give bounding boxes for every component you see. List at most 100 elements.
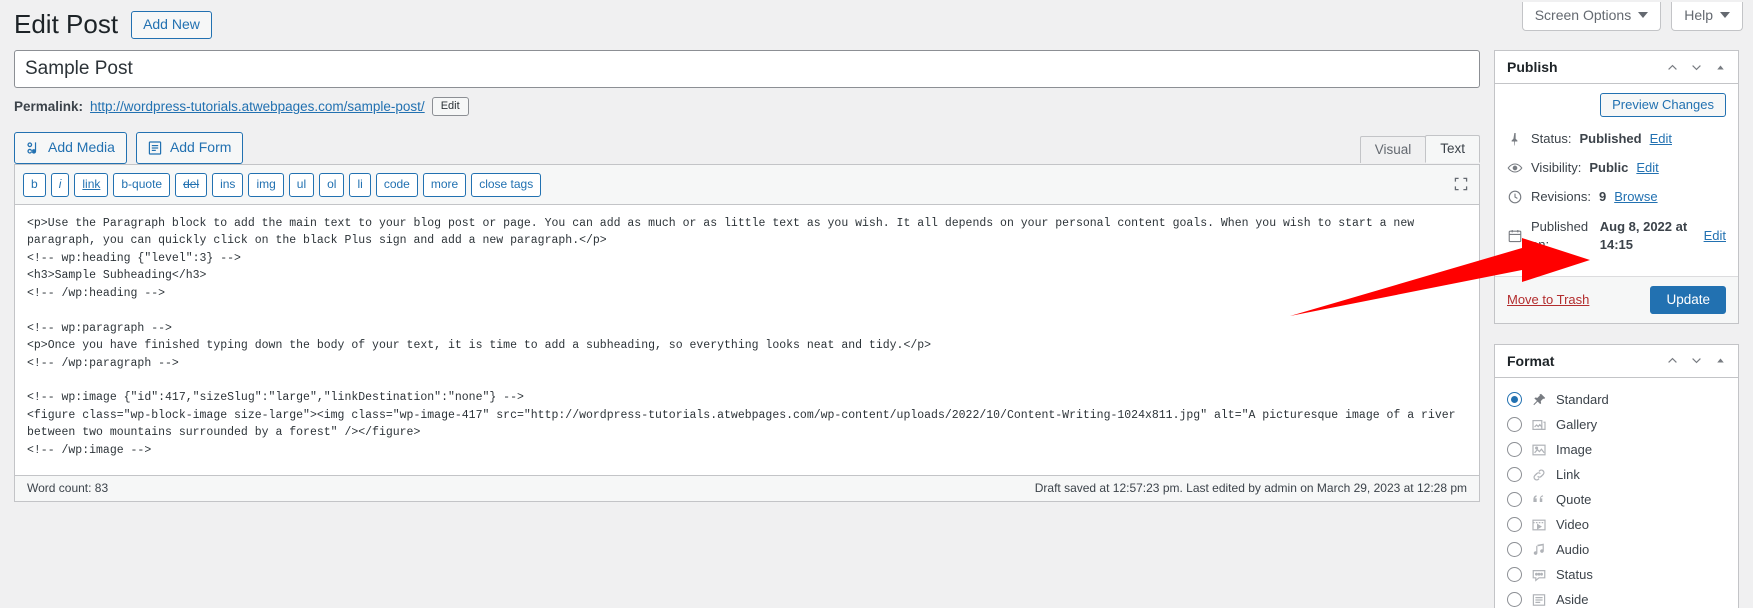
publish-box-controls: [1666, 61, 1727, 74]
format-label-quote: Quote: [1556, 492, 1592, 508]
format-option-standard[interactable]: Standard: [1507, 388, 1726, 413]
status-icon: [1532, 569, 1546, 582]
move-up-icon[interactable]: [1666, 61, 1679, 74]
format-option-status[interactable]: Status: [1507, 563, 1726, 588]
format-label-status: Status: [1556, 567, 1593, 583]
radio-image[interactable]: [1507, 442, 1522, 458]
format-label-image: Image: [1556, 442, 1593, 458]
permalink-url-link[interactable]: http://wordpress-tutorials.atwebpages.co…: [90, 99, 425, 114]
format-option-audio[interactable]: Audio: [1507, 538, 1726, 563]
radio-video[interactable]: [1507, 517, 1522, 533]
add-media-button[interactable]: Add Media: [14, 132, 127, 164]
radio-link[interactable]: [1507, 467, 1522, 483]
status-edit-link[interactable]: Edit: [1650, 130, 1672, 148]
move-down-icon[interactable]: [1690, 354, 1703, 367]
move-down-icon[interactable]: [1690, 61, 1703, 74]
page-header: Edit Post Add New: [14, 8, 212, 42]
word-count: Word count: 83: [27, 481, 109, 496]
add-new-button[interactable]: Add New: [131, 10, 212, 40]
visibility-label: Visibility:: [1531, 160, 1582, 176]
quicktag-b-quote[interactable]: b-quote: [113, 173, 171, 197]
status-value: Published: [1579, 131, 1642, 146]
tab-visual[interactable]: Visual: [1359, 136, 1427, 163]
visibility-edit-link[interactable]: Edit: [1636, 159, 1658, 177]
radio-aside[interactable]: [1507, 592, 1522, 608]
quicktag-ul[interactable]: ul: [288, 173, 315, 197]
revisions-browse-link[interactable]: Browse: [1614, 188, 1657, 206]
quicktag-li[interactable]: li: [349, 173, 371, 197]
format-label-standard: Standard: [1556, 392, 1609, 408]
help-label: Help: [1684, 7, 1713, 23]
video-icon: [1532, 519, 1546, 531]
screen-options-label: Screen Options: [1534, 7, 1632, 23]
publish-box-header: Publish: [1495, 51, 1738, 84]
format-option-image[interactable]: Image: [1507, 438, 1726, 463]
visibility-row: Visibility: Public Edit: [1507, 159, 1726, 177]
quicktag-del[interactable]: del: [175, 173, 208, 197]
revisions-row: Revisions: 9 Browse: [1507, 188, 1726, 206]
editor-column: Permalink: http://wordpress-tutorials.at…: [14, 50, 1480, 502]
quicktag-b[interactable]: b: [23, 173, 46, 197]
chevron-down-icon: [1638, 12, 1649, 19]
format-option-aside[interactable]: Aside: [1507, 588, 1726, 608]
form-icon: [148, 140, 162, 155]
published-label: Published on:: [1531, 218, 1589, 252]
aside-icon: [1532, 594, 1546, 606]
radio-quote[interactable]: [1507, 492, 1522, 508]
quicktag-i[interactable]: i: [50, 173, 70, 197]
post-title-input[interactable]: [14, 50, 1480, 88]
tab-text[interactable]: Text: [1425, 135, 1480, 163]
toggle-panel-icon[interactable]: [1714, 354, 1727, 367]
post-content-textarea[interactable]: <p>Use the Paragraph block to add the ma…: [14, 203, 1480, 476]
calendar-icon: [1508, 229, 1522, 242]
gallery-icon: [1532, 419, 1546, 430]
media-icon: [27, 141, 37, 154]
quicktag-ol[interactable]: ol: [319, 173, 345, 197]
format-option-gallery[interactable]: Gallery: [1507, 413, 1726, 438]
format-option-link[interactable]: Link: [1507, 463, 1726, 488]
edit-permalink-button[interactable]: Edit: [431, 97, 469, 116]
toggle-panel-icon[interactable]: [1714, 61, 1727, 74]
quicktag-img[interactable]: img: [248, 173, 284, 197]
format-box-controls: [1666, 354, 1727, 367]
format-option-video[interactable]: Video: [1507, 513, 1726, 538]
update-button[interactable]: Update: [1650, 285, 1726, 314]
revisions-label: Revisions:: [1531, 189, 1591, 205]
add-form-button[interactable]: Add Form: [135, 132, 244, 164]
quicktag-code[interactable]: code: [375, 173, 418, 197]
quicktag-ins[interactable]: ins: [212, 173, 244, 197]
publish-actions: Move to Trash Update: [1495, 275, 1738, 323]
radio-gallery[interactable]: [1507, 417, 1522, 433]
radio-audio[interactable]: [1507, 542, 1522, 558]
move-up-icon[interactable]: [1666, 354, 1679, 367]
screen-options-button[interactable]: Screen Options: [1521, 2, 1662, 31]
radio-standard[interactable]: [1507, 392, 1522, 408]
quote-icon: [1533, 495, 1544, 502]
screen-meta-links: Screen Options Help: [1521, 2, 1743, 31]
format-option-quote[interactable]: Quote: [1507, 488, 1726, 513]
move-to-trash-link[interactable]: Move to Trash: [1507, 292, 1589, 307]
editor-wrap: Visual Text b i link b-quote del ins img…: [14, 135, 1480, 502]
editor-status-bar: Word count: 83 Draft saved at 12:57:23 p…: [14, 475, 1480, 502]
publish-box-body: Preview Changes Status: Published Edit V…: [1495, 84, 1738, 276]
preview-row: Preview Changes: [1507, 93, 1726, 117]
clock-icon: [1508, 191, 1522, 204]
pin-icon: [1533, 393, 1546, 406]
format-box: Format Standard Gallery Image Link Quote…: [1494, 343, 1739, 608]
published-on-row: Published on: Aug 8, 2022 at 14:15 Edit: [1507, 218, 1726, 254]
quicktag-close-tags[interactable]: close tags: [471, 173, 542, 197]
help-button[interactable]: Help: [1671, 2, 1743, 31]
revisions-value: 9: [1598, 189, 1607, 205]
permalink-label: Permalink:: [14, 99, 84, 114]
fullscreen-icon[interactable]: [1453, 176, 1469, 192]
media-buttons-row: Add Media Add Form: [14, 132, 1480, 164]
wp-admin-edit-post-screen: Screen Options Help Edit Post Add New Pe…: [0, 0, 1753, 608]
preview-changes-button[interactable]: Preview Changes: [1600, 93, 1726, 117]
editor-mode-tabs: Visual Text: [1359, 135, 1480, 163]
published-edit-link[interactable]: Edit: [1704, 227, 1726, 245]
status-row: Status: Published Edit: [1507, 130, 1726, 148]
quicktag-more[interactable]: more: [422, 173, 467, 197]
format-options-list: Standard Gallery Image Link Quote Video …: [1495, 378, 1738, 608]
radio-status[interactable]: [1507, 567, 1522, 583]
quicktag-link[interactable]: link: [74, 173, 109, 197]
